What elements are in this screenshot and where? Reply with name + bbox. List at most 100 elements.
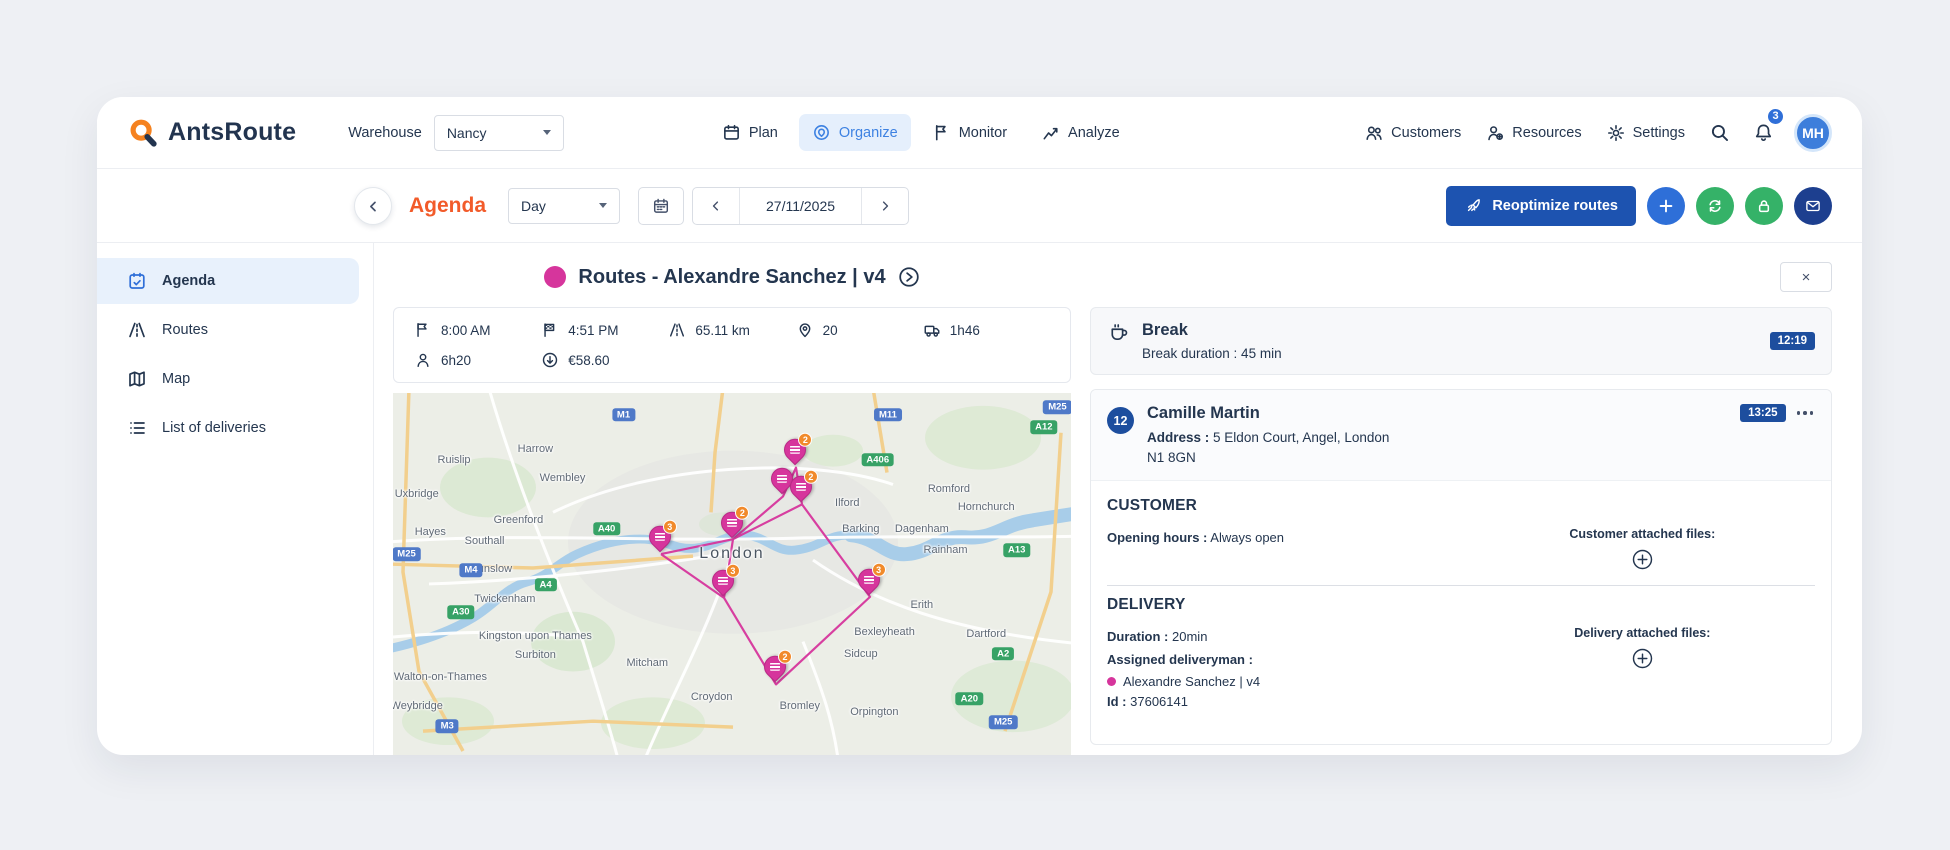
map-stop-marker[interactable]: 2 (779, 433, 813, 469)
route-title: Routes - Alexandre Sanchez | v4 (578, 265, 886, 288)
reoptimize-label: Reoptimize routes (1492, 197, 1618, 214)
content-columns: 8:00 AM 4:51 PM 65.11 km 20 1h46 6h20 €5… (393, 307, 1832, 755)
road-icon (127, 320, 147, 340)
notifications-button[interactable]: 3 (1742, 106, 1785, 154)
road-icon (668, 321, 686, 339)
stat-value: 65.11 km (695, 322, 750, 338)
stop-count-badge: 3 (871, 562, 886, 577)
break-text: Break Break duration : 45 min (1142, 321, 1282, 361)
map-stop-marker[interactable]: 2 (716, 505, 750, 541)
body-row: Agenda Routes Map List of deliveries Rou… (97, 243, 1862, 755)
stop-identity: Camille Martin Address : 5 Eldon Court, … (1147, 404, 1402, 467)
agenda-calendar-icon (127, 271, 147, 291)
stop-count-badge: 2 (798, 433, 813, 448)
nav-item-label: Resources (1512, 124, 1582, 141)
chevron-left-icon (366, 199, 381, 214)
stat-cost: €58.60 (541, 351, 668, 369)
nav-item-settings[interactable]: Settings (1595, 114, 1696, 152)
map-icon (127, 369, 147, 389)
nav-item-organize[interactable]: Organize (798, 114, 911, 151)
map-stop-marker[interactable]: 2 (759, 650, 793, 686)
warehouse-select-value: Nancy (446, 124, 487, 141)
map-stop-marker[interactable]: 3 (853, 562, 886, 599)
deliveryman-row: Alexandre Sanchez | v4 (1107, 674, 1470, 689)
user-avatar[interactable]: MH (1794, 113, 1832, 152)
brand-logo[interactable]: AntsRoute (127, 117, 296, 149)
nav-item-monitor[interactable]: Monitor (919, 114, 1020, 151)
break-card[interactable]: Break Break duration : 45 min 12:19 (1090, 307, 1832, 375)
customers-icon (1364, 123, 1384, 143)
road-shield-label: A20 (955, 692, 984, 706)
delivery-section-heading: DELIVERY (1107, 596, 1186, 614)
stat-stop-count: 20 (796, 321, 923, 339)
top-navbar: AntsRoute Warehouse Nancy Plan Organize … (97, 97, 1862, 169)
customer-section-heading: CUSTOMER (1107, 497, 1198, 515)
road-shield-label: M11 (873, 407, 902, 422)
map-town-label: Walton-on-Thames (393, 671, 488, 684)
map-stop-marker[interactable]: 2 (785, 470, 818, 506)
break-title: Break (1142, 321, 1188, 339)
warehouse-select[interactable]: Nancy (433, 114, 564, 151)
calendar-picker-button[interactable] (638, 186, 685, 225)
road-shield-label: M25 (393, 547, 421, 561)
customer-files-label: Customer attached files: (1569, 527, 1716, 542)
delivery-files: Delivery attached files: (1470, 626, 1815, 670)
map-town-label: Barking (842, 522, 880, 535)
sidebar-divider (373, 169, 374, 755)
nav-item-label: Monitor (958, 124, 1008, 141)
nav-item-resources[interactable]: Resources (1474, 114, 1592, 152)
nav-item-customers[interactable]: Customers (1353, 114, 1472, 152)
map-stop-marker[interactable]: 3 (644, 519, 677, 556)
search-button[interactable] (1698, 112, 1740, 154)
date-stepper: 27/11/2025 (692, 186, 910, 225)
duration-row: Duration : 20min (1107, 626, 1470, 649)
reoptimize-routes-button[interactable]: Reoptimize routes (1446, 185, 1636, 226)
stat-value: 1h46 (949, 322, 980, 338)
stop-card-body: CUSTOMER Opening hours : Always open Cus… (1091, 481, 1831, 744)
road-shield-label: A4 (534, 578, 557, 592)
map-town-label: Bromley (779, 700, 820, 713)
add-delivery-file-button[interactable] (1631, 647, 1654, 670)
view-mode-select[interactable]: Day (508, 187, 621, 224)
chevron-left-icon (709, 199, 723, 213)
close-panel-button[interactable]: × (1780, 262, 1832, 292)
collapse-sidebar-button[interactable] (354, 187, 392, 225)
map-town-label: London (699, 545, 765, 563)
stop-card-header[interactable]: 12 Camille Martin Address : 5 Eldon Cour… (1091, 390, 1831, 482)
nav-item-analyze[interactable]: Analyze (1028, 114, 1133, 151)
stop-address: Address : 5 Eldon Court, Angel, London N… (1147, 428, 1402, 467)
nav-item-label: Organize (838, 124, 898, 141)
add-button[interactable] (1647, 186, 1685, 225)
road-shield-label: A12 (1030, 420, 1058, 435)
start-flag-icon (414, 321, 432, 339)
view-mode-value: Day (521, 197, 546, 214)
lock-button[interactable] (1745, 186, 1783, 225)
map-town-label: Bexleyheath (854, 625, 915, 638)
nav-item-plan[interactable]: Plan (709, 114, 791, 151)
add-customer-file-button[interactable] (1631, 548, 1654, 571)
main-content: Routes - Alexandre Sanchez | v4 × 8:00 A… (373, 243, 1862, 755)
stop-time-badge: 13:25 (1740, 404, 1786, 422)
sidebar-item-map[interactable]: Map (97, 356, 359, 402)
sidebar-item-list-of-deliveries[interactable]: List of deliveries (97, 405, 359, 451)
next-day-button[interactable] (862, 188, 908, 224)
sidebar-item-routes[interactable]: Routes (97, 307, 359, 353)
opening-hours-label: Opening hours : (1107, 530, 1208, 546)
more-options-icon[interactable] (1795, 407, 1816, 419)
map-town-label: Dagenham (894, 522, 949, 535)
map-canvas[interactable]: Ruislip Harrow Wembley Uxbridge Greenford Hay… (393, 393, 1071, 755)
map-town-label: Mitcham (626, 656, 669, 669)
person-icon (414, 351, 432, 369)
previous-day-button[interactable] (693, 188, 739, 224)
stat-value: €58.60 (568, 352, 610, 368)
map-stop-marker[interactable]: 3 (707, 563, 740, 599)
rocket-icon (1464, 197, 1482, 215)
sync-button[interactable] (1696, 186, 1734, 225)
duration-label: Duration : (1107, 629, 1169, 645)
expand-route-icon[interactable] (898, 266, 920, 288)
route-summary-column: 8:00 AM 4:51 PM 65.11 km 20 1h46 6h20 €5… (393, 307, 1071, 755)
sidebar-item-agenda[interactable]: Agenda (97, 258, 359, 304)
current-date[interactable]: 27/11/2025 (739, 187, 863, 224)
map-town-label: Harrow (517, 443, 554, 456)
email-button[interactable] (1794, 186, 1832, 225)
